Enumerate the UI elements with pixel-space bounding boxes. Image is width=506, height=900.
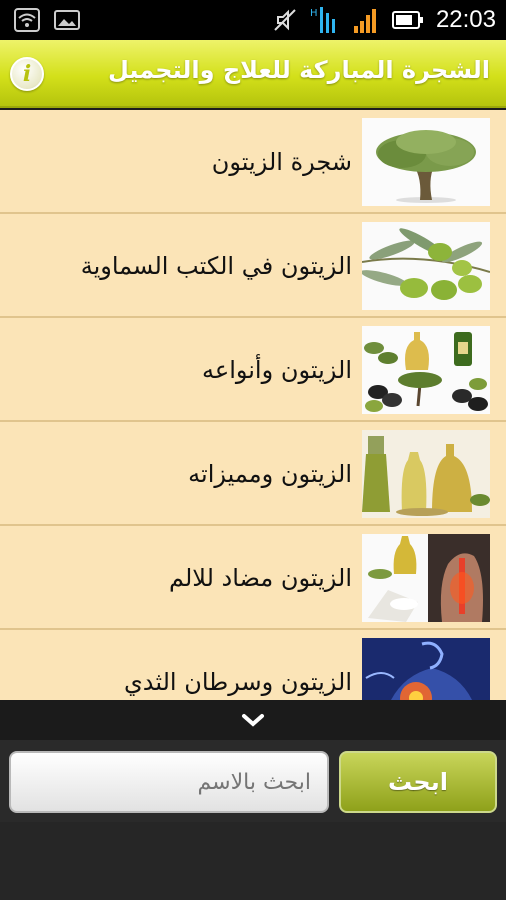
bottom-area <box>0 822 506 900</box>
olive-tree-image <box>362 118 490 206</box>
search-bar: ابحث <box>0 740 506 822</box>
search-button[interactable]: ابحث <box>339 751 497 813</box>
list-item[interactable]: شجرة الزيتون <box>0 110 506 214</box>
topic-list: شجرة الزيتون الزيتون في الكتب السماوية ا… <box>0 110 506 700</box>
list-item[interactable]: الزيتون وسرطان الثدي <box>0 630 506 700</box>
breast-cancer-image <box>362 638 490 700</box>
info-icon: i <box>22 61 32 87</box>
list-item[interactable]: الزيتون وأنواعه <box>0 318 506 422</box>
signal-icon <box>353 9 376 33</box>
battery-icon <box>391 11 423 29</box>
hd-data-icon: H <box>310 7 335 33</box>
status-bar: H 22:03 <box>0 0 506 40</box>
list-item-label: الزيتون وأنواعه <box>202 356 352 384</box>
clock: 22:03 <box>435 6 496 33</box>
olive-varieties-image <box>362 326 490 414</box>
search-input[interactable] <box>9 751 329 813</box>
list-item[interactable]: الزيتون مضاد للالم <box>0 526 506 630</box>
back-pain-image <box>362 534 490 622</box>
scroll-down-indicator[interactable] <box>0 700 506 740</box>
olive-oil-bottles-image <box>362 430 490 518</box>
list-item-label: شجرة الزيتون <box>211 148 352 176</box>
page-title: الشجرة المباركة للعلاج والتجميل <box>107 56 490 84</box>
list-item-label: الزيتون وسرطان الثدي <box>123 668 352 696</box>
app-header: i الشجرة المباركة للعلاج والتجميل <box>0 40 506 108</box>
picture-icon <box>54 10 80 30</box>
olive-branch-image <box>362 222 490 310</box>
list-item[interactable]: الزيتون ومميزاته <box>0 422 506 526</box>
wifi-icon <box>14 8 40 32</box>
chevron-down-icon <box>242 714 264 727</box>
mute-icon <box>274 9 296 31</box>
svg-text:H: H <box>310 8 318 19</box>
info-button[interactable]: i <box>10 57 44 91</box>
list-item[interactable]: الزيتون في الكتب السماوية <box>0 214 506 318</box>
list-item-label: الزيتون ومميزاته <box>188 460 352 488</box>
list-item-label: الزيتون مضاد للالم <box>168 564 352 592</box>
list-item-label: الزيتون في الكتب السماوية <box>80 252 352 280</box>
